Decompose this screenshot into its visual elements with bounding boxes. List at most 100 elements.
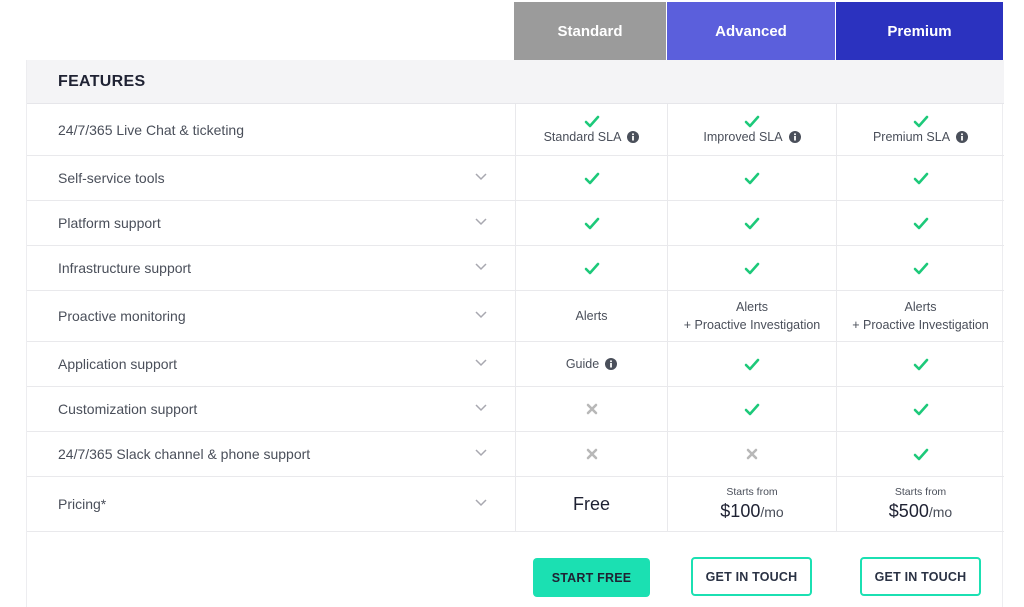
table-row[interactable]: Customization support xyxy=(27,387,1004,432)
chevron-down-icon[interactable] xyxy=(474,355,488,369)
cell-standard xyxy=(515,387,667,431)
pricing-table: FEATURES 24/7/365 Live Chat & ticketing … xyxy=(26,60,1004,607)
cell-premium xyxy=(836,432,1004,476)
row-label: 24/7/365 Live Chat & ticketing xyxy=(58,121,245,138)
cell-standard xyxy=(515,201,667,245)
row-label: 24/7/365 Slack channel & phone support xyxy=(58,446,311,462)
features-title: FEATURES xyxy=(58,73,146,90)
chevron-down-icon[interactable] xyxy=(474,169,488,183)
cell-standard xyxy=(515,432,667,476)
check-icon xyxy=(913,217,928,229)
monitoring-value: Alerts xyxy=(736,300,768,314)
chevron-down-icon[interactable] xyxy=(474,400,488,414)
chevron-down-icon[interactable] xyxy=(474,214,488,228)
info-icon[interactable] xyxy=(956,131,969,143)
table-row[interactable]: 24/7/365 Slack channel & phone support xyxy=(27,432,1004,477)
chevron-down-icon[interactable] xyxy=(474,495,488,509)
monitoring-value-extra: + Proactive Investigation xyxy=(683,318,821,332)
check-icon xyxy=(913,403,928,415)
table-row[interactable]: Application support Guide xyxy=(27,342,1004,387)
plan-header-advanced: Advanced xyxy=(667,2,835,60)
price-unit: /mo xyxy=(760,504,784,520)
cell-advanced xyxy=(667,156,836,200)
check-icon xyxy=(744,172,760,184)
cell-advanced xyxy=(667,201,836,245)
get-in-touch-advanced-button[interactable]: GET IN TOUCH xyxy=(691,557,812,596)
guide-label: Guide xyxy=(565,357,600,371)
check-icon xyxy=(584,172,599,184)
table-row: 24/7/365 Live Chat & ticketing Standard … xyxy=(27,104,1004,156)
cell-premium: Premium SLA xyxy=(836,104,1004,155)
start-free-button[interactable]: START FREE xyxy=(533,558,650,597)
table-row[interactable]: Pricing* Free Starts from $100/mo Starts… xyxy=(27,477,1004,532)
cell-premium xyxy=(836,201,1004,245)
sla-label: Premium SLA xyxy=(872,130,951,144)
check-icon xyxy=(744,358,760,370)
features-header-bar: FEATURES xyxy=(27,60,1004,104)
table-row[interactable]: Infrastructure support xyxy=(27,246,1004,291)
row-label: Customization support xyxy=(58,401,198,417)
check-icon xyxy=(913,115,928,128)
check-icon xyxy=(913,448,928,460)
cell-advanced xyxy=(667,246,836,290)
check-icon xyxy=(744,217,760,229)
row-label: Infrastructure support xyxy=(58,260,192,276)
get-in-touch-premium-button[interactable]: GET IN TOUCH xyxy=(860,557,981,596)
info-icon[interactable] xyxy=(605,358,618,370)
info-icon[interactable] xyxy=(788,131,801,143)
cell-advanced: Alerts + Proactive Investigation xyxy=(667,291,836,341)
cell-advanced xyxy=(667,432,836,476)
table-row[interactable]: Proactive monitoring Alerts Alerts + Pro… xyxy=(27,291,1004,342)
row-label: Pricing* xyxy=(58,496,107,512)
table-row[interactable]: Self-service tools xyxy=(27,156,1004,201)
cell-advanced: Starts from $100/mo xyxy=(667,477,836,531)
price-free: Free xyxy=(572,493,610,514)
plan-name-advanced: Advanced xyxy=(715,22,787,40)
price-unit: /mo xyxy=(928,504,953,520)
check-icon xyxy=(744,262,760,274)
check-icon xyxy=(744,115,760,128)
cell-premium: Starts from $500/mo xyxy=(836,477,1004,531)
x-icon xyxy=(586,403,597,415)
check-icon xyxy=(913,172,928,184)
row-label: Proactive monitoring xyxy=(58,308,186,324)
price-amount: $500 xyxy=(888,501,929,521)
check-icon xyxy=(584,115,599,128)
check-icon xyxy=(584,262,599,274)
cell-premium: Alerts + Proactive Investigation xyxy=(836,291,1004,341)
row-label: Application support xyxy=(58,356,178,372)
cell-premium xyxy=(836,246,1004,290)
check-icon xyxy=(744,403,760,415)
table-row[interactable]: Platform support xyxy=(27,201,1004,246)
price-amount: $100 xyxy=(720,501,761,521)
plan-name-standard: Standard xyxy=(557,22,623,40)
monitoring-value-extra: + Proactive Investigation xyxy=(852,318,989,332)
cell-standard: Standard SLA xyxy=(515,104,667,155)
cell-standard: Alerts xyxy=(515,291,667,341)
monitoring-value: Alerts xyxy=(575,309,608,323)
cell-advanced xyxy=(667,387,836,431)
cell-standard: Free xyxy=(515,477,667,531)
sla-label: Standard SLA xyxy=(543,130,622,144)
cell-premium xyxy=(836,156,1004,200)
plan-name-premium: Premium xyxy=(887,22,952,40)
row-label: Platform support xyxy=(58,215,161,231)
check-icon xyxy=(913,262,928,274)
monitoring-value: Alerts xyxy=(904,300,937,314)
chevron-down-icon[interactable] xyxy=(474,445,488,459)
cell-advanced xyxy=(667,342,836,386)
x-icon xyxy=(746,448,758,460)
sla-label: Improved SLA xyxy=(703,130,783,144)
check-icon xyxy=(913,358,928,370)
plan-header-standard: Standard xyxy=(514,2,666,60)
check-icon xyxy=(584,217,599,229)
chevron-down-icon[interactable] xyxy=(474,307,488,321)
x-icon xyxy=(586,448,597,460)
price-starts-from: Starts from xyxy=(894,486,947,498)
cell-advanced: Improved SLA xyxy=(667,104,836,155)
cell-standard: Guide xyxy=(515,342,667,386)
info-icon[interactable] xyxy=(627,131,640,143)
price-starts-from: Starts from xyxy=(726,486,778,498)
chevron-down-icon[interactable] xyxy=(474,259,488,273)
plan-header-premium: Premium xyxy=(836,2,1003,60)
